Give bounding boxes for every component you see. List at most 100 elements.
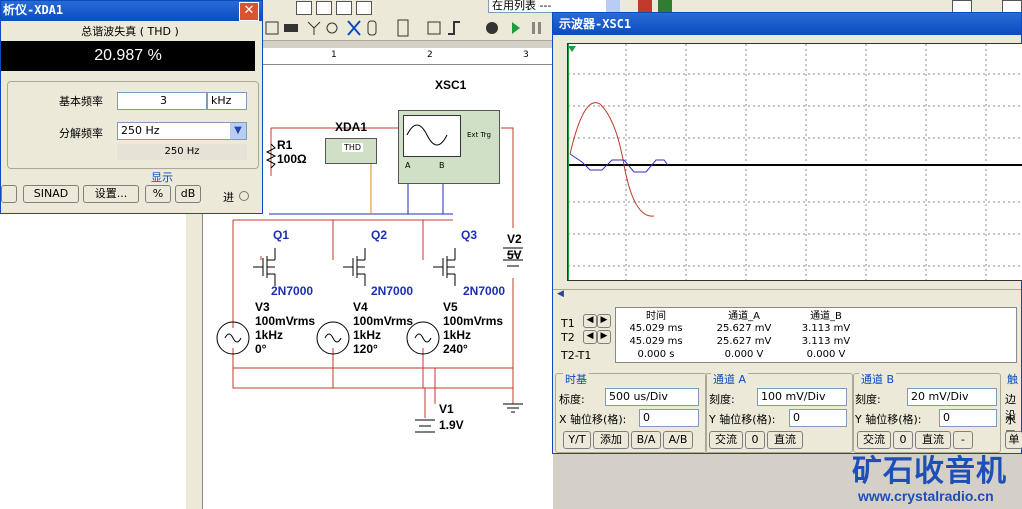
in-label: 进 <box>223 191 234 204</box>
timebase-scale-input[interactable]: 500 us/Div <box>605 388 699 406</box>
t2-right-button[interactable]: ▶ <box>597 330 611 344</box>
sinad-button[interactable]: SINAD <box>23 185 79 203</box>
ab-button[interactable]: A/B <box>663 431 693 449</box>
ruler-mark: 3 <box>523 50 529 60</box>
v5-amplitude: 100mVrms <box>443 314 504 328</box>
ext-trig-label: Ext Trg <box>467 131 491 139</box>
channel-b-label: B <box>439 161 445 170</box>
add-button[interactable]: 添加 <box>593 431 629 449</box>
timebase-title: 时基 <box>563 371 589 387</box>
thd-value: 20.987 % <box>94 47 162 64</box>
toolbar-icons[interactable] <box>262 16 552 40</box>
v5-info: V5 100mVrms 1kHz 240° <box>443 300 503 356</box>
cha-ac-button[interactable]: 交流 <box>709 431 743 449</box>
xda-label: XDA1 <box>335 120 368 134</box>
dropdown-icon[interactable] <box>606 0 620 12</box>
toolbar-icon[interactable] <box>296 1 312 15</box>
cha-dc-button[interactable]: 直流 <box>767 431 803 449</box>
trigger-title: 触 <box>1007 373 1018 386</box>
q1-label: Q1 <box>273 228 290 242</box>
settings-button[interactable]: 设置... <box>83 185 139 203</box>
v3-amplitude: 100mVrms <box>255 314 316 328</box>
db-button[interactable]: dB <box>175 185 201 203</box>
cha-zero-button[interactable]: 0 <box>745 431 765 449</box>
resolution-select[interactable]: 250 Hz <box>117 122 247 140</box>
v4-label: V4 <box>353 300 368 314</box>
thd-titlebar[interactable]: 析仪-XDA1 <box>1 1 262 21</box>
toolbar-icon[interactable] <box>658 0 672 12</box>
t1-b: 3.113 mV <box>801 323 851 334</box>
yt-button[interactable]: Y/T <box>563 431 591 449</box>
v5-frequency: 1kHz <box>443 328 472 342</box>
t1-left-button[interactable]: ◀ <box>583 314 597 328</box>
close-icon[interactable]: ✕ <box>239 2 259 21</box>
v3-frequency: 1kHz <box>255 328 284 342</box>
scope-titlebar[interactable]: 示波器-XSC1 <box>553 13 1021 35</box>
thd-window: 析仪-XDA1 ✕ 总谐波失真 ( THD ) 20.987 % 基本频率 3 … <box>0 0 263 214</box>
cha-ypos-input[interactable]: 0 <box>789 409 847 427</box>
v5-phase: 240° <box>443 342 468 356</box>
q2-part: 2N7000 <box>371 284 414 298</box>
r1-label: R1 <box>277 138 293 152</box>
thd-heading: 总谐波失真 ( THD ) <box>81 25 179 38</box>
fundamental-unit-select[interactable]: kHz <box>207 92 247 110</box>
chb-scale-input[interactable]: 20 mV/Div <box>907 388 997 406</box>
cha-ypos-label: Y 轴位移(格): <box>709 413 776 426</box>
thd-box-label: THD <box>342 143 364 152</box>
t1-a: 25.627 mV <box>716 323 772 334</box>
t2-left-button[interactable]: ◀ <box>583 330 597 344</box>
v4-frequency: 1kHz <box>353 328 382 342</box>
channel-b-title: 通道 B <box>859 371 897 387</box>
cursor-table: 时间 通道_A 通道_B 45.029 ms 25.627 mV 3.113 m… <box>615 307 1017 363</box>
component-toolbar <box>262 16 552 41</box>
t1-right-button[interactable]: ▶ <box>597 314 611 328</box>
fundamental-label: 基本频率 <box>59 95 103 108</box>
resolution-readout: 250 Hz <box>117 144 247 160</box>
toolbar-icon[interactable] <box>316 1 332 15</box>
dt-a: 0.000 V <box>724 349 764 360</box>
cha-scale-input[interactable]: 100 mV/Div <box>757 388 847 406</box>
oscilloscope-symbol[interactable]: Ext Trg A B <box>398 110 500 184</box>
mode-button[interactable] <box>1 185 17 203</box>
terminal-icon[interactable] <box>239 191 249 201</box>
scope-scrollbar[interactable]: ◀ <box>553 289 1021 302</box>
v2-label: V2 <box>507 232 522 246</box>
t1-time: 45.029 ms <box>629 323 683 334</box>
percent-button[interactable]: % <box>145 185 171 203</box>
ba-button[interactable]: B/A <box>631 431 661 449</box>
v1-label: V1 <box>439 402 454 416</box>
scope-grid <box>568 44 1022 280</box>
t1-label: T1 <box>561 317 575 330</box>
dt-time: 0.000 s <box>637 349 675 360</box>
v5-label: V5 <box>443 300 458 314</box>
watermark-logo: 矿石收音机 <box>852 446 1022 489</box>
dt-b: 0.000 V <box>806 349 846 360</box>
v4-info: V4 100mVrms 1kHz 120° <box>353 300 413 356</box>
q1-part: 2N7000 <box>271 284 314 298</box>
resolution-label: 分解频率 <box>59 127 103 140</box>
distortion-analyzer-symbol[interactable]: THD <box>325 138 377 164</box>
toolbar-icon[interactable] <box>336 1 352 15</box>
scope-screen[interactable] <box>567 43 1022 281</box>
v1-value: 1.9V <box>439 418 464 432</box>
project-pane-scroll[interactable] <box>186 214 202 509</box>
chb-ypos-label: Y 轴位移(格): <box>855 413 922 426</box>
fundamental-input[interactable]: 3 <box>117 92 207 110</box>
channel-a-title: 通道 A <box>711 371 749 387</box>
scope-window: 示波器-XSC1 ◀ 时间 通道_A 通道_B 45.029 ms 25.627… <box>552 12 1022 454</box>
timebase-xpos-label: X 轴位移(格): <box>559 413 627 426</box>
toolbar-icon[interactable] <box>356 1 372 15</box>
timebase-xpos-input[interactable]: 0 <box>639 409 699 427</box>
scope-title: 示波器-XSC1 <box>559 17 632 31</box>
chevron-down-icon[interactable]: ▼ <box>230 123 246 139</box>
v3-phase: 0° <box>255 342 267 356</box>
q2-label: Q2 <box>371 228 388 242</box>
t2-a: 25.627 mV <box>716 336 772 347</box>
chb-ypos-input[interactable]: 0 <box>939 409 997 427</box>
toolbar-icon[interactable] <box>638 0 652 12</box>
scroll-left-icon[interactable]: ◀ <box>557 289 564 299</box>
timebase-scale-label: 标度: <box>559 393 585 406</box>
watermark-cn: 矿石收音机 <box>852 454 1007 489</box>
v3-label: V3 <box>255 300 270 314</box>
chb-scale-label: 刻度: <box>855 393 881 406</box>
